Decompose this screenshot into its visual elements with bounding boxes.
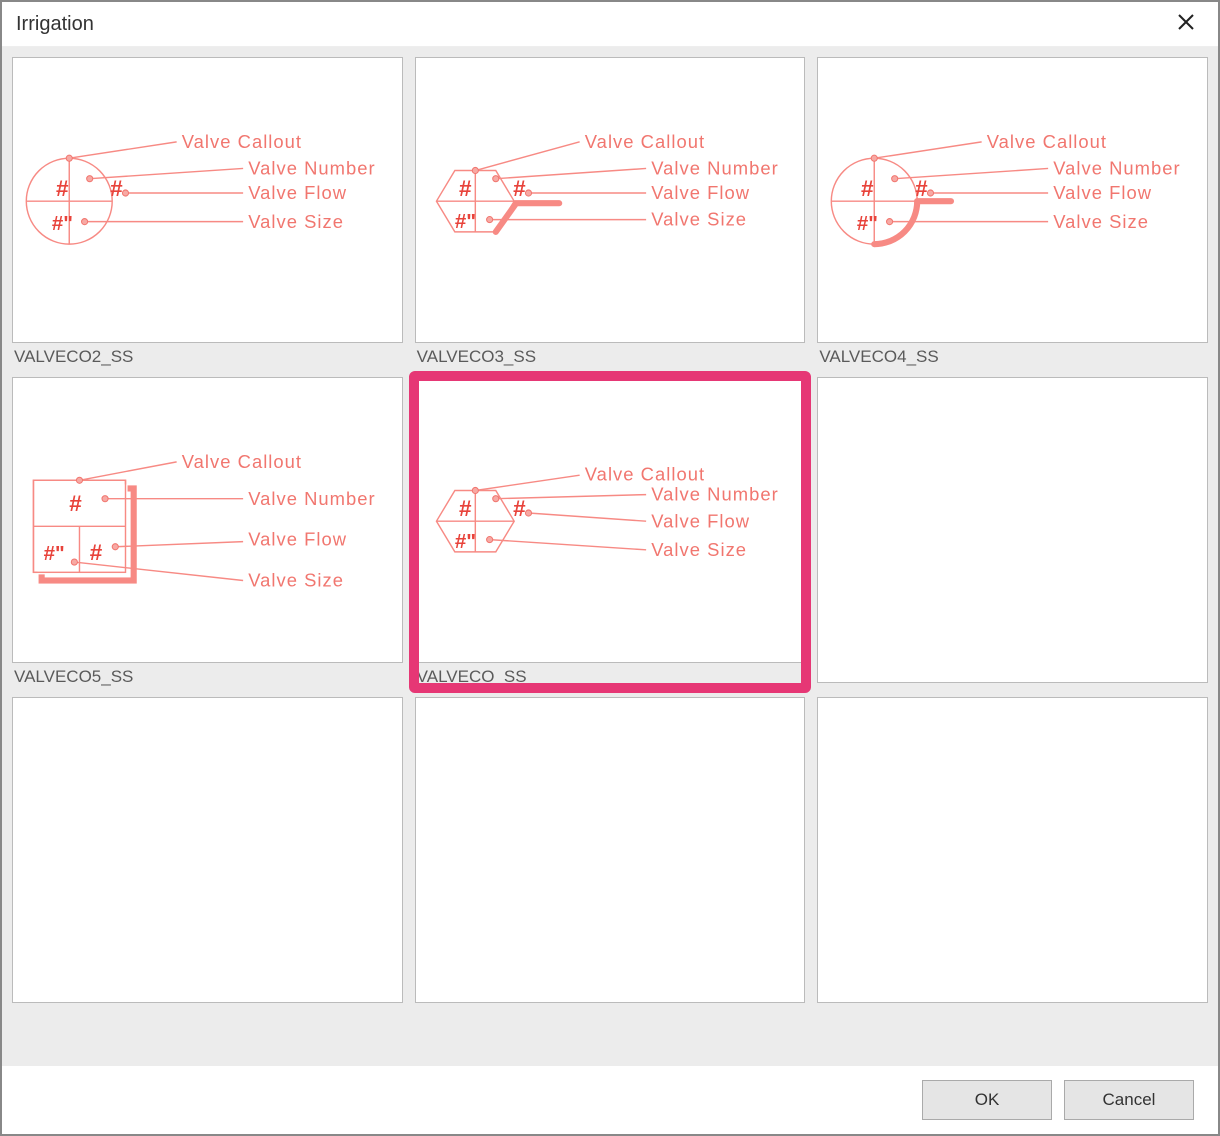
svg-text:Valve Callout: Valve Callout — [584, 463, 704, 484]
svg-text:Valve Size: Valve Size — [651, 209, 747, 230]
thumbnail-caption: VALVECO3_SS — [415, 343, 806, 367]
thumbnail-preview — [415, 697, 806, 1003]
svg-text:Valve Flow: Valve Flow — [248, 182, 347, 203]
svg-text:#: # — [861, 176, 874, 201]
svg-text:#: # — [513, 496, 526, 521]
thumbnail-grid: # # #" Valve Callout Valve Number Valve … — [12, 57, 1208, 1007]
svg-text:Valve Size: Valve Size — [651, 539, 747, 560]
thumbnail-caption — [817, 683, 1208, 687]
close-icon — [1176, 12, 1196, 32]
thumbnail-item-selected[interactable]: # # #" Valve Callout Valve Number Valve … — [415, 377, 806, 687]
svg-text:Valve Size: Valve Size — [248, 211, 344, 232]
svg-text:#: # — [513, 176, 526, 201]
thumbnail-caption — [415, 1003, 806, 1007]
svg-text:Valve Number: Valve Number — [1054, 158, 1181, 179]
svg-text:Valve Number: Valve Number — [248, 488, 375, 509]
thumbnail-caption: VALVECO4_SS — [817, 343, 1208, 367]
cancel-button[interactable]: Cancel — [1064, 1080, 1194, 1120]
thumbnail-preview — [12, 697, 403, 1003]
thumbnail-item[interactable]: # # #" Valve Callout Valve Number Valve … — [12, 57, 403, 367]
svg-text:#: # — [915, 176, 928, 201]
svg-text:Valve Number: Valve Number — [651, 484, 779, 505]
thumbnail-preview: # # #" Valve Callout Valve Number Valve … — [415, 377, 806, 663]
svg-text:Valve Callout: Valve Callout — [584, 131, 704, 152]
titlebar: Irrigation — [2, 2, 1218, 47]
thumbnail-item[interactable] — [12, 697, 403, 1007]
svg-text:Valve Callout: Valve Callout — [987, 131, 1107, 152]
svg-text:Valve Callout: Valve Callout — [182, 451, 302, 472]
thumbnail-caption — [12, 1003, 403, 1007]
thumbnail-item[interactable] — [415, 697, 806, 1007]
irrigation-dialog: Irrigation # # #" — [0, 0, 1220, 1136]
svg-text:Valve Size: Valve Size — [1054, 211, 1150, 232]
svg-text:#: # — [110, 176, 123, 201]
dialog-title: Irrigation — [16, 13, 94, 36]
thumbnail-item[interactable] — [817, 697, 1208, 1007]
thumbnail-caption: VALVECO_SS — [415, 663, 806, 687]
thumbnail-caption — [817, 1003, 1208, 1007]
content-area: # # #" Valve Callout Valve Number Valve … — [2, 47, 1218, 1066]
thumbnail-preview: # #" # Valve Callout Valve Number Valve … — [12, 377, 403, 663]
ok-button[interactable]: OK — [922, 1080, 1052, 1120]
svg-text:Valve Size: Valve Size — [248, 570, 344, 591]
svg-text:#: # — [56, 176, 69, 201]
svg-text:#": #" — [857, 212, 878, 235]
thumbnail-preview: # # #" Valve Callout Valve Number Valve … — [12, 57, 403, 343]
thumbnail-item[interactable]: # # #" Valve Callout Valve Number Valve … — [415, 57, 806, 367]
svg-text:#": #" — [455, 530, 476, 553]
svg-text:Valve Flow: Valve Flow — [651, 510, 750, 531]
svg-text:#: # — [459, 496, 472, 521]
dialog-footer: OK Cancel — [2, 1066, 1218, 1134]
svg-text:Valve Flow: Valve Flow — [651, 182, 750, 203]
thumbnail-item[interactable]: # #" # Valve Callout Valve Number Valve … — [12, 377, 403, 687]
svg-text:#: # — [69, 491, 82, 516]
svg-text:Valve Number: Valve Number — [651, 158, 779, 179]
svg-text:#": #" — [455, 210, 476, 233]
thumbnail-preview: # # #" Valve Callout Valve Number Valve … — [415, 57, 806, 343]
thumbnail-preview — [817, 697, 1208, 1003]
svg-text:Valve Flow: Valve Flow — [248, 529, 347, 550]
svg-text:#": #" — [52, 212, 73, 235]
thumbnail-preview: # # #" Valve Callout Valve Number Valve … — [817, 57, 1208, 343]
thumbnail-item[interactable]: # # #" Valve Callout Valve Number Valve … — [817, 57, 1208, 367]
thumbnail-caption: VALVECO2_SS — [12, 343, 403, 367]
close-button[interactable] — [1168, 8, 1204, 40]
svg-text:#: # — [90, 540, 103, 565]
svg-text:#: # — [459, 176, 472, 201]
svg-text:Valve Number: Valve Number — [248, 158, 375, 179]
svg-text:Valve Flow: Valve Flow — [1054, 182, 1153, 203]
thumbnail-preview — [817, 377, 1208, 683]
svg-text:#": #" — [44, 542, 65, 565]
thumbnail-caption: VALVECO5_SS — [12, 663, 403, 687]
svg-text:Valve Callout: Valve Callout — [182, 131, 302, 152]
thumbnail-item[interactable] — [817, 377, 1208, 687]
